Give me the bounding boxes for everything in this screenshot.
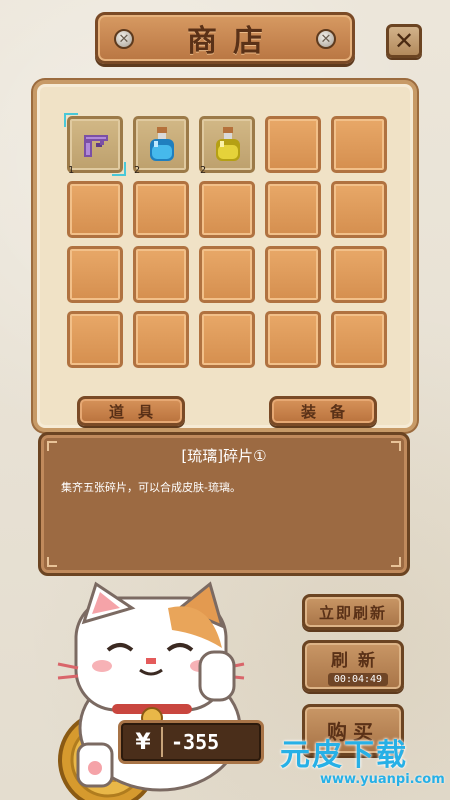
instant-refresh-button[interactable]: 立即刷新 bbox=[302, 594, 404, 630]
divider bbox=[161, 727, 163, 757]
refresh-label: 刷新 bbox=[331, 651, 385, 671]
item-count: 2 bbox=[134, 165, 141, 176]
watermark-logo: 元皮下载 bbox=[280, 738, 408, 773]
inventory-slot[interactable] bbox=[331, 246, 387, 303]
inventory-slot[interactable] bbox=[133, 181, 189, 238]
inventory-slot[interactable] bbox=[265, 311, 321, 368]
inventory-slot[interactable] bbox=[265, 246, 321, 303]
currency-display: ¥ -355 bbox=[118, 720, 264, 764]
refresh-timer: 00:04:49 bbox=[327, 673, 389, 686]
tab-equipment[interactable]: 装备 bbox=[269, 396, 377, 426]
instant-refresh-label: 立即刷新 bbox=[318, 603, 387, 622]
close-button[interactable]: ✕ bbox=[386, 24, 422, 58]
inventory-slot[interactable] bbox=[133, 311, 189, 368]
item-description: 集齐五张碎片，可以合成皮肤-琉璃。 bbox=[61, 481, 241, 494]
inventory-slot[interactable]: 2 bbox=[199, 116, 255, 176]
inventory-panel: 1 2 2 道具 装备 bbox=[33, 80, 417, 432]
inventory-slot[interactable] bbox=[265, 181, 321, 238]
inventory-slot[interactable]: 2 bbox=[133, 116, 189, 176]
watermark-url: www.yuanpi.com bbox=[320, 772, 445, 787]
yellow-potion-icon bbox=[216, 127, 240, 161]
shop-title-plaque: ✕ 商店 ✕ bbox=[95, 12, 355, 64]
inventory-slot[interactable] bbox=[67, 246, 123, 303]
tab-items[interactable]: 道具 bbox=[77, 396, 185, 426]
item-count: 1 bbox=[68, 165, 75, 176]
watermark: 元皮下载 www.yuanpi.com bbox=[266, 726, 450, 800]
inventory-slot[interactable] bbox=[67, 181, 123, 238]
corner-ornament bbox=[391, 557, 401, 567]
inventory-slot[interactable]: 1 bbox=[64, 113, 126, 176]
item-count: 2 bbox=[200, 165, 207, 176]
screw-icon: ✕ bbox=[316, 29, 336, 49]
screw-icon: ✕ bbox=[114, 29, 134, 49]
page-title: 商店 bbox=[187, 24, 279, 59]
inventory-slot[interactable] bbox=[331, 116, 387, 173]
inventory-slot[interactable] bbox=[199, 181, 255, 238]
item-name: [琉璃]碎片① bbox=[181, 447, 267, 465]
inventory-grid: 1 2 2 bbox=[64, 113, 389, 372]
item-description-panel: [琉璃]碎片① 集齐五张碎片，可以合成皮肤-琉璃。 bbox=[38, 432, 410, 576]
purple-fragment-icon bbox=[84, 135, 108, 157]
inventory-slot[interactable] bbox=[133, 246, 189, 303]
refresh-button[interactable]: 刷新 00:04:49 bbox=[302, 640, 404, 692]
lucky-cat-mascot bbox=[57, 581, 245, 800]
close-icon: ✕ bbox=[393, 27, 415, 55]
corner-ornament bbox=[47, 557, 57, 567]
inventory-slot[interactable] bbox=[331, 311, 387, 368]
blue-potion-icon bbox=[150, 127, 174, 161]
inventory-slot[interactable] bbox=[331, 181, 387, 238]
yen-icon: ¥ bbox=[135, 729, 151, 755]
currency-amount: -355 bbox=[171, 730, 220, 754]
inventory-slot[interactable] bbox=[199, 311, 255, 368]
inventory-slot[interactable] bbox=[67, 311, 123, 368]
inventory-slot[interactable] bbox=[199, 246, 255, 303]
inventory-slot[interactable] bbox=[265, 116, 321, 173]
